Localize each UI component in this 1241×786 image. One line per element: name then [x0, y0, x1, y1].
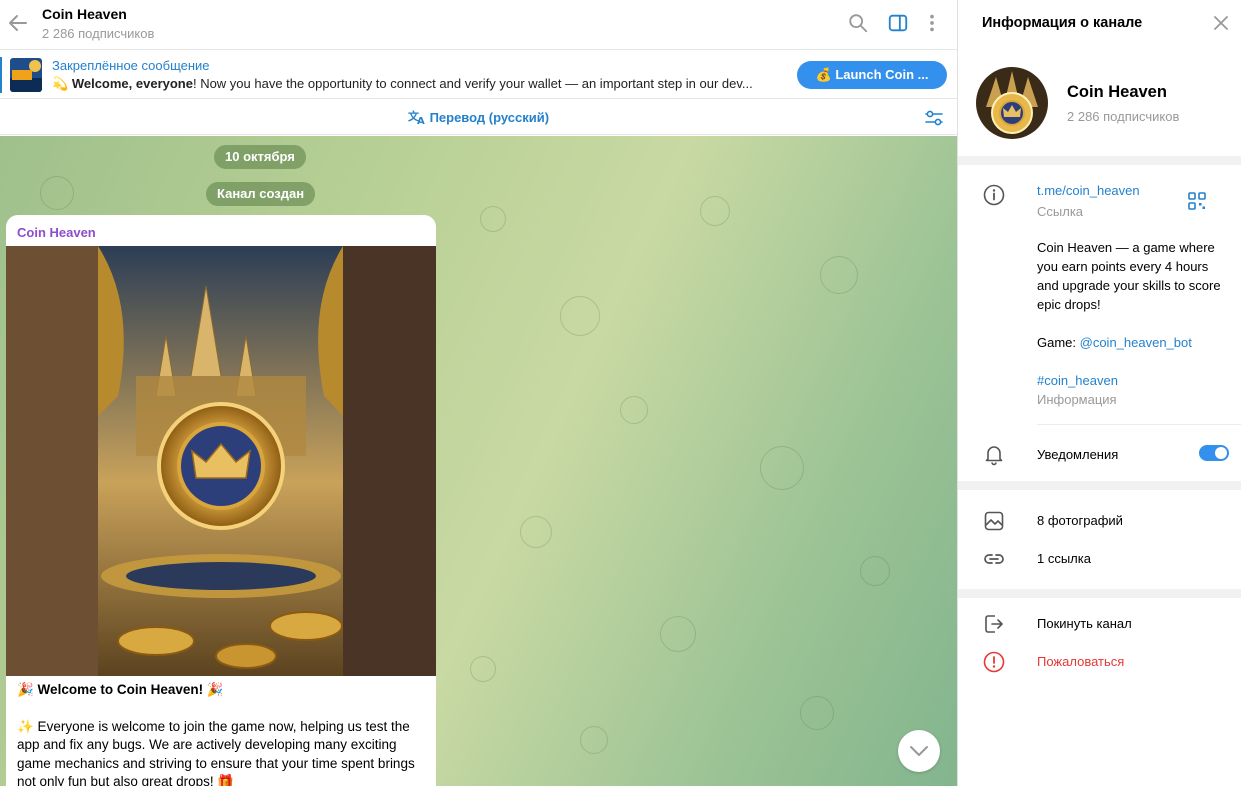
channel-name: Coin Heaven	[1067, 83, 1167, 101]
launch-coin-button[interactable]: 💰 Launch Coin ...	[797, 61, 947, 89]
post-author[interactable]: Coin Heaven	[17, 225, 96, 240]
pinned-thumbnail	[10, 58, 42, 92]
description-game-line: Game: @coin_heaven_bot	[1037, 335, 1192, 350]
translate-button[interactable]: 文 A Перевод (русский)	[0, 109, 957, 127]
back-arrow-icon[interactable]	[6, 11, 30, 35]
search-icon[interactable]	[847, 12, 869, 34]
channel-post[interactable]: Coin Heaven 🎉 Welcome to Coin Heaven! 🎉 …	[6, 215, 436, 786]
translate-bar: 文 A Перевод (русский)	[0, 100, 957, 135]
hashtag-link[interactable]: #coin_heaven	[1037, 371, 1227, 390]
svg-text:A: A	[417, 116, 425, 125]
photos-count[interactable]: 8 фотографий	[1037, 513, 1123, 528]
description-text: Coin Heaven — a game where you earn poin…	[1037, 240, 1221, 312]
info-icon	[983, 184, 1005, 206]
links-count[interactable]: 1 ссылка	[1037, 551, 1091, 566]
close-icon[interactable]	[1210, 12, 1232, 34]
sidebar-toggle-icon[interactable]	[887, 12, 909, 34]
pinned-indicator	[0, 57, 2, 93]
game-bot-link[interactable]: @coin_heaven_bot	[1080, 335, 1192, 350]
media-card: 8 фотографий 1 ссылка	[958, 490, 1241, 589]
channel-link-caption: Ссылка	[1037, 204, 1084, 219]
post-body-text: ✨ Everyone is welcome to join the game n…	[17, 718, 415, 786]
more-vertical-icon[interactable]	[921, 12, 943, 34]
qr-code-icon[interactable]	[1186, 190, 1208, 212]
notifications-label: Уведомления	[1037, 447, 1119, 462]
pinned-label: Закреплённое сообщение	[52, 58, 210, 73]
info-header-card: Информация о канале Coin Heaven 2 286 по…	[958, 0, 1241, 156]
description-caption: Информация	[1037, 392, 1117, 407]
post-heading: 🎉 Welcome to Coin Heaven! 🎉	[17, 682, 224, 697]
channel-link[interactable]: t.me/coin_heaven	[1037, 183, 1140, 198]
info-details-card: t.me/coin_heaven Ссылка Coin Heaven — a …	[958, 165, 1241, 481]
date-pill: 10 октября	[214, 145, 306, 169]
translate-label: Перевод (русский)	[429, 110, 550, 125]
report-icon	[983, 651, 1005, 673]
post-text: 🎉 Welcome to Coin Heaven! 🎉 ✨ Everyone i…	[17, 681, 427, 786]
divider	[1037, 424, 1241, 425]
photo-icon	[984, 511, 1004, 531]
post-image[interactable]	[6, 246, 436, 676]
settings-sliders-icon[interactable]	[923, 107, 945, 129]
chevron-down-icon	[910, 746, 928, 756]
channel-avatar[interactable]	[976, 67, 1048, 139]
leave-icon	[985, 615, 1003, 633]
channel-subscribers: 2 286 подписчиков	[1067, 109, 1180, 124]
link-icon	[984, 554, 1004, 564]
translate-icon: 文 A	[408, 109, 425, 127]
chat-header[interactable]: Coin Heaven 2 286 подписчиков	[0, 0, 957, 50]
pinned-text: 💫 Welcome, everyone! Now you have the op…	[52, 76, 753, 91]
report-button[interactable]: Пожаловаться	[1037, 654, 1124, 669]
leave-channel-button[interactable]: Покинуть канал	[1037, 616, 1132, 631]
actions-card: Покинуть канал Пожаловаться	[958, 598, 1241, 786]
scroll-down-button[interactable]	[898, 730, 940, 772]
bell-icon	[985, 446, 1003, 466]
chat-column: Coin Heaven 2 286 подписчиков Закреплённ…	[0, 0, 957, 786]
channel-created-pill: Канал создан	[206, 182, 316, 206]
channel-info-panel: Информация о канале Coin Heaven 2 286 по…	[957, 0, 1241, 786]
info-panel-title: Информация о канале	[982, 15, 1143, 31]
chat-subscribers: 2 286 подписчиков	[42, 26, 155, 41]
channel-description: Coin Heaven — a game where you earn poin…	[1037, 238, 1227, 409]
notifications-toggle[interactable]	[1199, 445, 1229, 461]
chat-title[interactable]: Coin Heaven	[42, 6, 127, 22]
